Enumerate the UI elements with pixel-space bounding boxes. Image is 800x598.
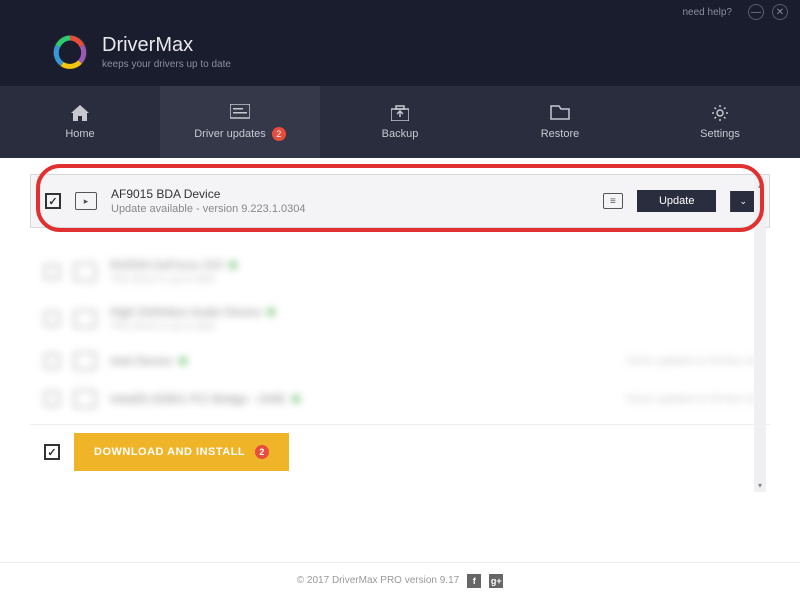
facebook-icon[interactable]: f (467, 574, 481, 588)
driver-status: Update available - version 9.223.1.0304 (111, 203, 589, 215)
device-monitor-icon (75, 192, 97, 210)
list-item: NVIDIA GeForce 210 This driver is up-to-… (30, 248, 770, 295)
nav-restore[interactable]: Restore (480, 86, 640, 158)
blurred-driver-list: NVIDIA GeForce 210 This driver is up-to-… (30, 248, 770, 418)
brand-header: DriverMax keeps your drivers up to date (0, 24, 800, 86)
nav-label: Settings (700, 128, 740, 140)
driver-date: Driver updated on 03-Nov-16 (627, 356, 756, 367)
driver-name: High Definition Audio Device (110, 305, 261, 319)
bottom-bar: © 2017 DriverMax PRO version 9.17 f g+ (0, 562, 800, 598)
app-title: DriverMax (102, 34, 231, 57)
status-dot-icon (292, 395, 300, 403)
driver-checkbox (44, 391, 60, 407)
help-link[interactable]: need help? (683, 7, 733, 18)
updates-badge: 2 (272, 127, 286, 141)
app-logo-icon (50, 32, 90, 72)
status-dot-icon (179, 357, 187, 365)
nav-label: Backup (382, 128, 419, 140)
scrollbar[interactable]: ▴ ▾ (754, 178, 766, 492)
list-item: Intel Device Driver updated on 03-Nov-16 (30, 342, 770, 380)
minimize-button[interactable]: — (748, 4, 764, 20)
update-dropdown[interactable]: ⌄ (730, 191, 755, 212)
updates-icon (230, 103, 250, 121)
download-badge: 2 (255, 445, 269, 459)
driver-name: AF9015 BDA Device (111, 187, 589, 201)
device-icon (74, 352, 96, 370)
device-icon (74, 310, 96, 328)
driver-date: Driver updated on 03-Nov-16 (627, 394, 756, 405)
device-icon (74, 390, 96, 408)
download-install-button[interactable]: DOWNLOAD AND INSTALL 2 (74, 433, 289, 471)
driver-sub: This driver is up-to-date (110, 274, 237, 285)
gear-icon (710, 104, 730, 122)
nav-label: Home (65, 128, 94, 140)
scroll-up-icon[interactable]: ▴ (754, 178, 766, 192)
scroll-down-icon[interactable]: ▾ (754, 478, 766, 492)
googleplus-icon[interactable]: g+ (489, 574, 503, 588)
driver-checkbox[interactable] (45, 193, 61, 209)
titlebar: need help? — ✕ (0, 0, 800, 24)
download-label: DOWNLOAD AND INSTALL (94, 446, 245, 458)
nav-home[interactable]: Home (0, 86, 160, 158)
home-icon (70, 104, 90, 122)
nav-label: Restore (541, 128, 580, 140)
close-button[interactable]: ✕ (772, 4, 788, 20)
select-all-checkbox[interactable] (44, 444, 60, 460)
driver-checkbox (44, 264, 60, 280)
driver-name: Intel(R) 82801 PCI Bridge - 244E (110, 392, 286, 406)
driver-name: Intel Device (110, 354, 173, 368)
details-icon[interactable] (603, 193, 623, 209)
driver-checkbox (44, 353, 60, 369)
list-item: High Definition Audio Device This driver… (30, 295, 770, 342)
backup-icon (390, 104, 410, 122)
footer-row: DOWNLOAD AND INSTALL 2 (30, 424, 770, 479)
content-area: AF9015 BDA Device Update available - ver… (0, 158, 800, 562)
driver-sub: This driver is up-to-date (110, 321, 275, 332)
status-dot-icon (229, 261, 237, 269)
copyright-text: © 2017 DriverMax PRO version 9.17 (297, 575, 459, 586)
nav-settings[interactable]: Settings (640, 86, 800, 158)
nav-driver-updates[interactable]: Driver updates 2 (160, 86, 320, 158)
status-dot-icon (267, 308, 275, 316)
nav-label: Driver updates (194, 128, 266, 140)
app-subtitle: keeps your drivers up to date (102, 59, 231, 70)
driver-row-highlighted[interactable]: AF9015 BDA Device Update available - ver… (30, 174, 770, 228)
restore-icon (550, 104, 570, 122)
nav-bar: Home Driver updates 2 Backup Restore Set… (0, 86, 800, 158)
device-icon (74, 263, 96, 281)
nav-backup[interactable]: Backup (320, 86, 480, 158)
list-item: Intel(R) 82801 PCI Bridge - 244E Driver … (30, 380, 770, 418)
driver-name: NVIDIA GeForce 210 (110, 258, 223, 272)
driver-checkbox (44, 311, 60, 327)
update-button[interactable]: Update (637, 190, 716, 212)
